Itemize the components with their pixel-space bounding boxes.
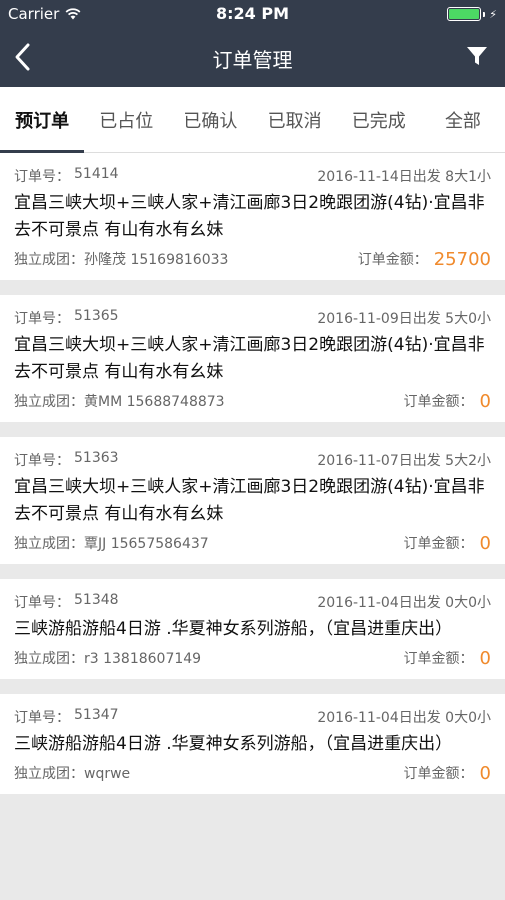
- order-number: 订单号： 51363: [14, 450, 119, 469]
- filter-icon[interactable]: [465, 44, 489, 68]
- customer-info: 独立成团：r3 13818607149: [14, 651, 202, 667]
- amount-value: 0: [479, 762, 491, 784]
- amount-value: 0: [479, 647, 491, 669]
- product-description: 宜昌三峡大坝+三峡人家+清江画廊3日2晚跟团游(4钻)·宜昌非去不可景点 有山有…: [14, 335, 485, 382]
- order-number: 订单号： 51365: [14, 308, 119, 327]
- order-list: 订单号： 51414 2016-11-14日出发 8大1小 宜昌三峡大坝+三峡人家…: [0, 153, 505, 794]
- order-number: 订单号： 51348: [14, 592, 119, 611]
- order-card[interactable]: 订单号： 51414 2016-11-14日出发 8大1小 宜昌三峡大坝+三峡人家…: [0, 153, 505, 280]
- departure-info: 2016-11-14日出发 8大1小: [317, 169, 491, 185]
- order-card[interactable]: 订单号： 51363 2016-11-07日出发 5大2小 宜昌三峡大坝+三峡人家…: [0, 437, 505, 564]
- customer-info: 独立成团：覃JJ 15657586437: [14, 536, 209, 552]
- product-description: 三峡游船游船4日游 .华夏神女系列游船，（宜昌进重庆出）: [14, 734, 453, 754]
- order-card[interactable]: 订单号： 51365 2016-11-09日出发 5大0小 宜昌三峡大坝+三峡人家…: [0, 295, 505, 422]
- departure-info: 2016-11-04日出发 0大0小: [317, 595, 491, 611]
- customer-info: 独立成团：wqrwe: [14, 766, 131, 782]
- order-status-tabs: 预订单 已占位 已确认 已取消 已完成 全部: [0, 87, 505, 153]
- departure-info: 2016-11-09日出发 5大0小: [317, 311, 491, 327]
- order-amount: 订单金额： 25700: [357, 248, 491, 270]
- order-number: 订单号： 51414: [14, 166, 119, 185]
- departure-info: 2016-11-04日出发 0大0小: [317, 710, 491, 726]
- departure-info: 2016-11-07日出发 5大2小: [317, 453, 491, 469]
- product-description: 宜昌三峡大坝+三峡人家+清江画廊3日2晚跟团游(4钻)·宜昌非去不可景点 有山有…: [14, 193, 485, 240]
- tab-reserved[interactable]: 预订单: [0, 87, 85, 153]
- tab-completed[interactable]: 已完成: [337, 87, 421, 152]
- order-amount: 订单金额： 0: [403, 390, 491, 412]
- amount-value: 0: [479, 390, 491, 412]
- order-card[interactable]: 订单号： 51347 2016-11-04日出发 0大0小 三峡游船游船4日游 .…: [0, 694, 505, 794]
- tab-all[interactable]: 全部: [421, 87, 505, 152]
- amount-value: 0: [479, 532, 491, 554]
- amount-value: 25700: [433, 248, 491, 270]
- battery-indicator: ⚡: [447, 7, 497, 21]
- order-number: 订单号： 51347: [14, 707, 119, 726]
- page-title: 订单管理: [212, 48, 293, 72]
- product-description: 宜昌三峡大坝+三峡人家+清江画廊3日2晚跟团游(4钻)·宜昌非去不可景点 有山有…: [14, 477, 485, 524]
- battery-icon: [447, 7, 482, 21]
- tab-occupied[interactable]: 已占位: [84, 87, 168, 152]
- customer-info: 独立成团：黄MM 15688748873: [14, 394, 225, 410]
- order-amount: 订单金额： 0: [403, 532, 491, 554]
- order-amount: 订单金额： 0: [403, 647, 491, 669]
- app-header: Carrier 8:24 PM ⚡ 订单管理: [0, 0, 505, 87]
- order-card[interactable]: 订单号： 51348 2016-11-04日出发 0大0小 三峡游船游船4日游 .…: [0, 579, 505, 679]
- charging-icon: ⚡: [489, 7, 497, 21]
- status-time: 8:24 PM: [215, 4, 289, 23]
- order-amount: 订单金额： 0: [403, 762, 491, 784]
- tab-confirmed[interactable]: 已确认: [168, 87, 252, 152]
- tab-cancelled[interactable]: 已取消: [253, 87, 337, 152]
- status-bar: Carrier 8:24 PM ⚡: [0, 0, 505, 28]
- product-description: 三峡游船游船4日游 .华夏神女系列游船，（宜昌进重庆出）: [14, 619, 453, 639]
- navigation-bar: 订单管理: [0, 28, 505, 87]
- customer-info: 独立成团：孙隆茂 15169816033: [14, 252, 229, 268]
